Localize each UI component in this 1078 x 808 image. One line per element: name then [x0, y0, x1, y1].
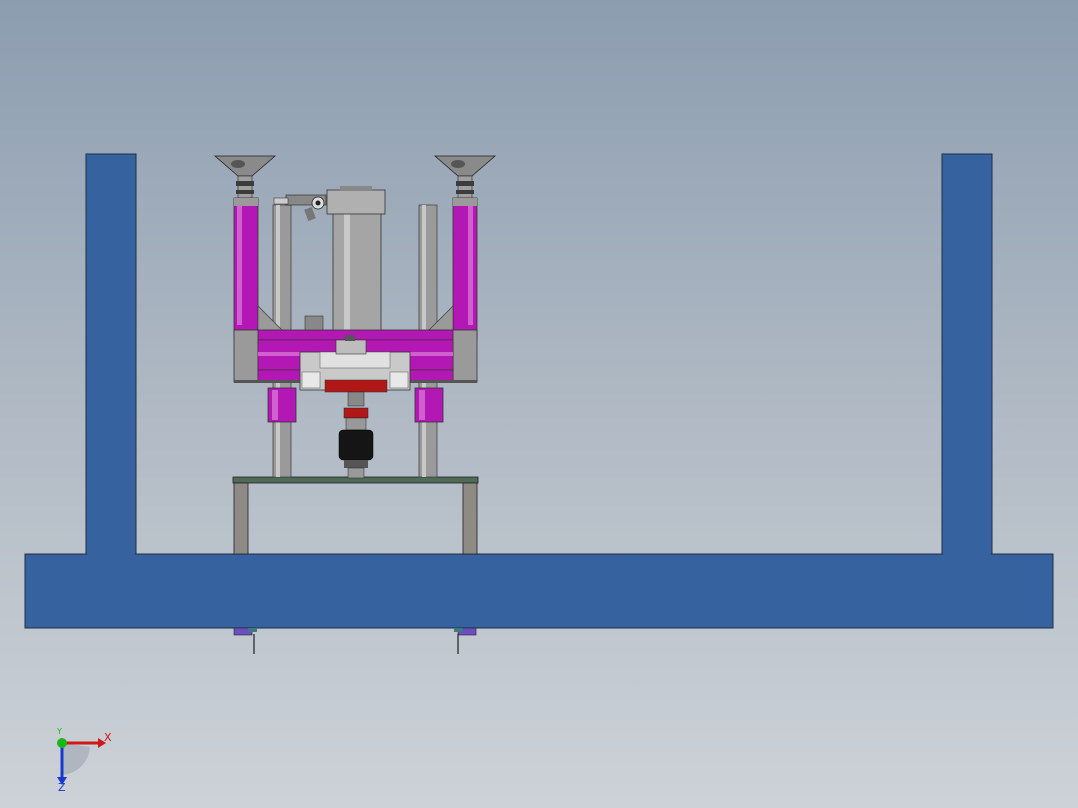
z-axis-label: Z — [58, 781, 66, 794]
base-feet — [233, 627, 477, 654]
spindle-tool[interactable] — [338, 391, 374, 479]
right-frame-post[interactable] — [941, 153, 993, 557]
work-table[interactable] — [232, 476, 479, 555]
cad-model-scene[interactable] — [0, 0, 1078, 808]
y-axis-label: Y — [57, 727, 62, 736]
base-beam[interactable] — [24, 553, 1054, 629]
frame-assembly[interactable] — [24, 153, 1054, 629]
left-frame-post[interactable] — [85, 153, 137, 557]
table-leg-right[interactable] — [462, 482, 478, 555]
x-axis-label: X — [104, 731, 112, 744]
graphics-viewport[interactable]: X Y Z — [0, 0, 1078, 808]
table-leg-left[interactable] — [233, 482, 249, 555]
y-axis-icon — [57, 738, 67, 748]
main-air-cylinder[interactable] — [326, 186, 386, 333]
coordinate-triad[interactable]: X Y Z — [40, 725, 130, 795]
